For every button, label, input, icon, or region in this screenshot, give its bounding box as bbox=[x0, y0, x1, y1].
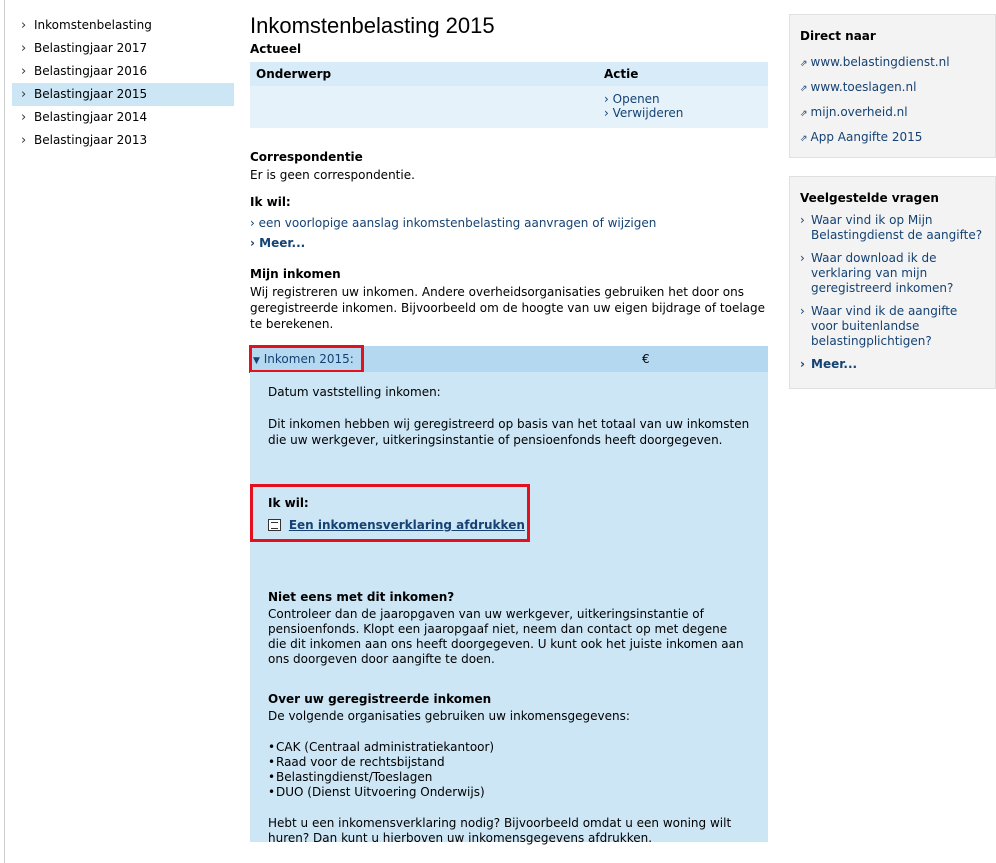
faq-more-link[interactable]: Meer... bbox=[800, 357, 985, 372]
org-list: CAK (Centraal administratiekantoor) Raad… bbox=[268, 740, 748, 800]
actueel-heading: Actueel bbox=[250, 42, 302, 56]
print-inkomensverklaring-link[interactable]: Een inkomensverklaring afdrukken bbox=[289, 518, 525, 532]
panel-ikwil: Ik wil: Een inkomensverklaring afdrukken bbox=[268, 496, 525, 532]
link-belastingdienst[interactable]: www.belastingdienst.nl bbox=[800, 51, 985, 76]
nav-item-2013[interactable]: Belastingjaar 2013 bbox=[12, 129, 234, 152]
main-content: Inkomstenbelasting 2015 Actueel Onderwer… bbox=[249, 12, 768, 845]
correspondentie-text: Er is geen correspondentie. bbox=[250, 168, 415, 182]
panel-ikwil-heading: Ik wil: bbox=[268, 496, 309, 510]
link-mijn-overheid[interactable]: mijn.overheid.nl bbox=[800, 101, 985, 126]
direct-naar-heading: Direct naar bbox=[800, 29, 876, 43]
niet-eens-section: Niet eens met dit inkomen? Controleer da… bbox=[268, 590, 748, 667]
ikwil-heading: Ik wil: bbox=[250, 195, 291, 209]
col-onderwerp: Onderwerp bbox=[256, 67, 332, 81]
faq-heading: Veelgestelde vragen bbox=[800, 191, 939, 205]
list-item: DUO (Dienst Uitvoering Onderwijs) bbox=[268, 785, 748, 800]
inkomen-panel-header: ▼ Inkomen 2015: € bbox=[249, 345, 768, 373]
niet-eens-text: Controleer dan de jaaropgaven van uw wer… bbox=[268, 607, 744, 666]
niet-eens-heading: Niet eens met dit inkomen? bbox=[268, 590, 455, 604]
correspondentie-heading: Correspondentie bbox=[250, 150, 363, 164]
mijn-inkomen-text: Wij registreren uw inkomen. Andere overh… bbox=[250, 285, 766, 331]
faq-item-buitenlandse[interactable]: Waar vind ik de aangifte voor buitenland… bbox=[800, 304, 985, 349]
ikwil-section: Ik wil: een voorlopige aanslag inkomsten… bbox=[250, 195, 768, 253]
left-navigation: Inkomstenbelasting Belastingjaar 2017 Be… bbox=[12, 14, 234, 152]
link-toeslagen[interactable]: www.toeslagen.nl bbox=[800, 76, 985, 101]
datum-label: Datum vaststelling inkomen: bbox=[268, 385, 441, 399]
currency-symbol: € bbox=[642, 352, 650, 366]
mijn-inkomen-heading: Mijn inkomen bbox=[250, 267, 341, 281]
faq-box: Veelgestelde vragen Waar vind ik op Mijn… bbox=[789, 176, 996, 389]
nav-item-2014[interactable]: Belastingjaar 2014 bbox=[12, 106, 234, 129]
basis-text: Dit inkomen hebben wij geregistreerd op … bbox=[268, 417, 750, 447]
actueel-table-header: Onderwerp Actie bbox=[250, 62, 768, 86]
nav-item-inkomstenbelasting[interactable]: Inkomstenbelasting bbox=[12, 14, 234, 37]
nav-item-2016[interactable]: Belastingjaar 2016 bbox=[12, 60, 234, 83]
row-actions: Openen Verwijderen bbox=[604, 92, 684, 120]
list-item: CAK (Centraal administratiekantoor) bbox=[268, 740, 748, 755]
over-heading: Over uw geregistreerde inkomen bbox=[268, 692, 492, 706]
faq-item-verklaring[interactable]: Waar download ik de verklaring van mijn … bbox=[800, 251, 985, 296]
open-link[interactable]: Openen bbox=[604, 92, 683, 106]
nav-item-2017[interactable]: Belastingjaar 2017 bbox=[12, 37, 234, 60]
list-item: Raad voor de rechtsbijstand bbox=[268, 755, 748, 770]
col-actie: Actie bbox=[604, 67, 639, 81]
highlight-box-toggle bbox=[249, 345, 364, 373]
inkomen-panel-body: Datum vaststelling inkomen: Dit inkomen … bbox=[250, 372, 768, 845]
voorlopige-aanslag-link[interactable]: een voorlopige aanslag inkomstenbelastin… bbox=[250, 213, 768, 233]
over-text: De volgende organisaties gebruiken uw in… bbox=[268, 709, 630, 723]
extra-text: Hebt u een inkomensverklaring nodig? Bij… bbox=[268, 816, 732, 845]
mijn-inkomen-section: Mijn inkomen Wij registreren uw inkomen.… bbox=[250, 267, 768, 332]
printer-icon bbox=[268, 519, 281, 531]
ikwil-more-link[interactable]: Meer... bbox=[250, 233, 768, 253]
list-item: Belastingdienst/Toeslagen bbox=[268, 770, 748, 785]
faq-item-aangifte[interactable]: Waar vind ik op Mijn Belastingdienst de … bbox=[800, 213, 985, 243]
correspondentie-section: Correspondentie Er is geen correspondent… bbox=[250, 150, 768, 183]
over-section: Over uw geregistreerde inkomen De volgen… bbox=[268, 692, 748, 846]
link-app-aangifte[interactable]: App Aangifte 2015 bbox=[800, 126, 985, 151]
page-title: Inkomstenbelasting 2015 bbox=[250, 13, 495, 38]
actueel-table-row: Openen Verwijderen bbox=[250, 86, 768, 128]
delete-link[interactable]: Verwijderen bbox=[604, 106, 684, 120]
direct-naar-box: Direct naar www.belastingdienst.nl www.t… bbox=[789, 14, 996, 158]
actueel-table: Onderwerp Actie Openen Verwijderen bbox=[250, 62, 768, 128]
nav-item-2015[interactable]: Belastingjaar 2015 bbox=[12, 83, 234, 106]
page-edge-line bbox=[4, 0, 5, 863]
